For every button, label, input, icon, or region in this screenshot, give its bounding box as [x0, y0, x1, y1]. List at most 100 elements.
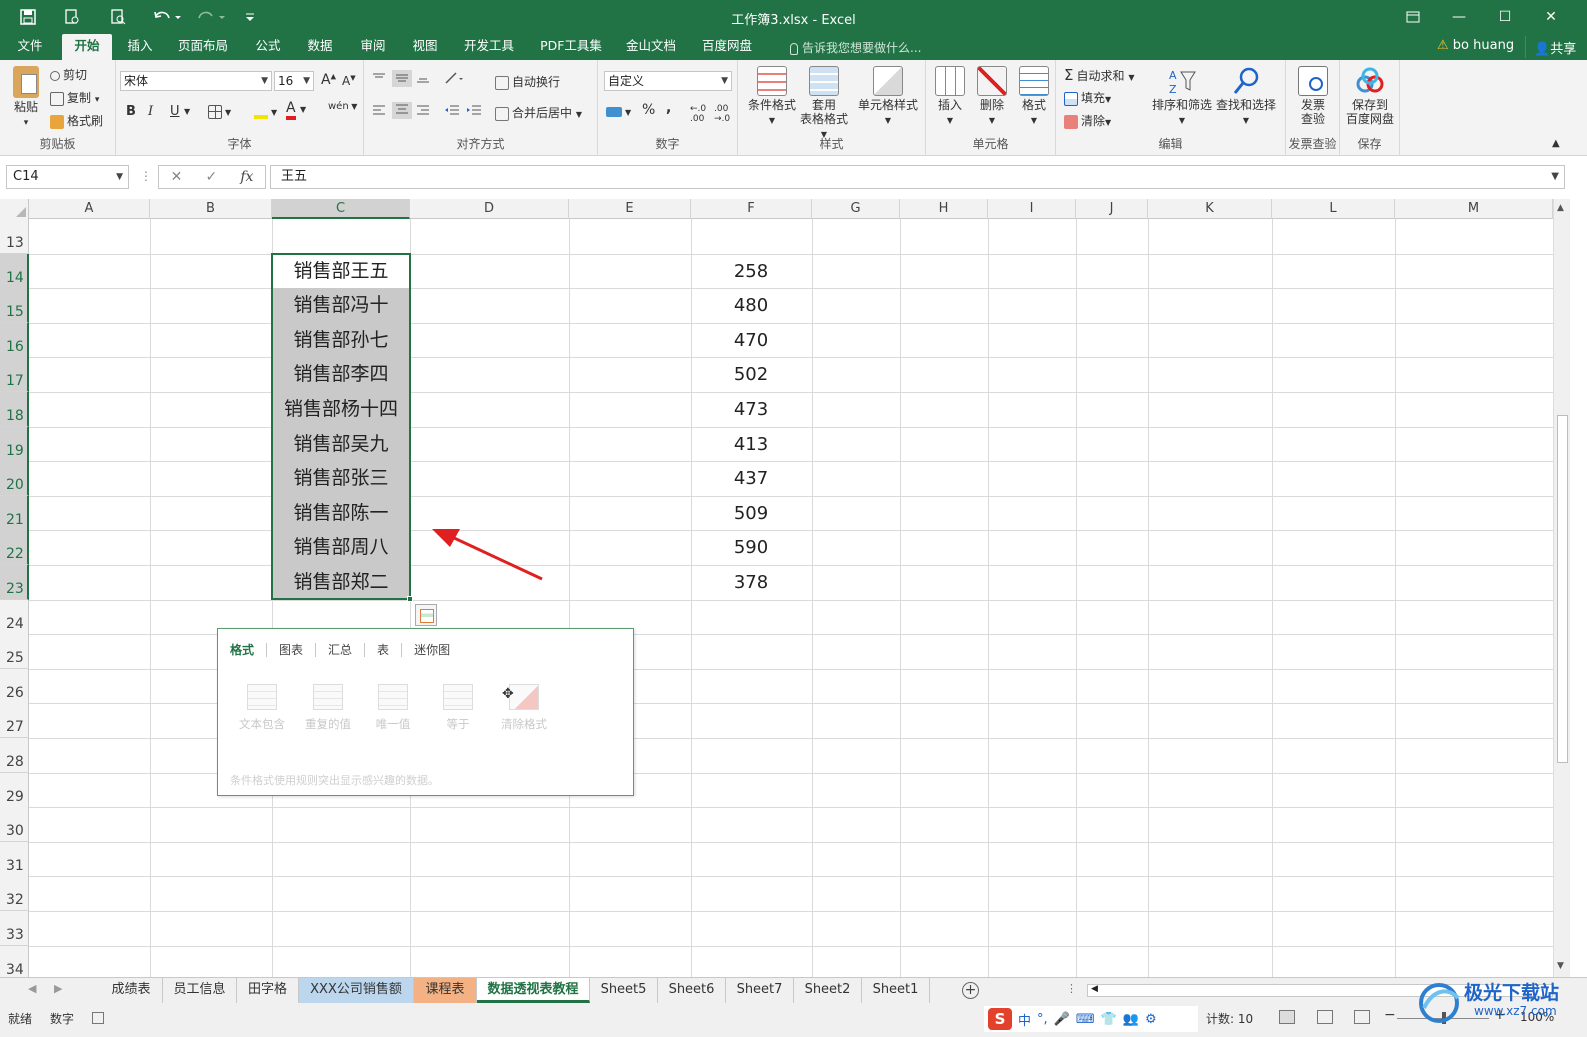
row-header-13[interactable]: 13: [0, 219, 29, 254]
users-icon[interactable]: 👥: [1123, 1012, 1139, 1027]
sort-filter-button[interactable]: AZ 排序和筛选 ▼: [1150, 66, 1214, 128]
page-break-view-icon[interactable]: [1354, 1010, 1370, 1024]
prev-sheet-icon[interactable]: ◀: [28, 982, 36, 995]
ime-chinese-mode[interactable]: 中: [1018, 1010, 1031, 1029]
enter-icon[interactable]: ✓: [205, 169, 217, 185]
redo-icon[interactable]: [194, 6, 228, 28]
shrink-font-button[interactable]: A▼: [342, 74, 356, 88]
column-header-l[interactable]: L: [1272, 199, 1395, 219]
clear-button[interactable]: 清除▼: [1064, 112, 1111, 129]
column-header-a[interactable]: A: [29, 199, 150, 219]
vertical-scrollbar[interactable]: ▲ ▼: [1553, 199, 1570, 977]
qa-option-duplicate-values[interactable]: 重复的值: [298, 684, 358, 732]
scroll-up-icon[interactable]: ▲: [1557, 203, 1564, 213]
qa-option-equal-to[interactable]: 等于: [428, 684, 488, 732]
underline-button[interactable]: U: [170, 104, 180, 119]
align-right-icon[interactable]: [416, 104, 430, 119]
fill-color-icon[interactable]: ▼: [254, 104, 277, 119]
worksheet-grid[interactable]: ABCDEFGHIJKLM 13 14 15 16 17 18 19 20 21 22 23 24 25…: [0, 199, 1553, 977]
keyboard-icon[interactable]: ⌨: [1076, 1012, 1095, 1027]
row-header-25[interactable]: 25: [0, 634, 29, 669]
sheet-tab[interactable]: 员工信息: [163, 978, 237, 1003]
undo-icon[interactable]: [150, 6, 184, 28]
conditional-formatting-button[interactable]: 条件格式 ▼: [742, 66, 802, 128]
sheet-tab[interactable]: 数据透视表教程: [477, 978, 590, 1003]
row-header-27[interactable]: 27: [0, 703, 29, 738]
invoice-check-button[interactable]: 发票 查验: [1290, 66, 1336, 126]
sheet-tab[interactable]: 课程表: [414, 978, 477, 1003]
qa-tab-formatting[interactable]: 格式: [230, 643, 268, 657]
cell-f17[interactable]: 502: [691, 357, 811, 392]
borders-icon[interactable]: ▼: [208, 104, 231, 119]
cancel-icon[interactable]: ✕: [171, 169, 183, 185]
percent-button[interactable]: %: [642, 102, 655, 118]
tab-baidu-netdisk[interactable]: 百度网盘: [696, 34, 758, 60]
align-center-icon[interactable]: [392, 102, 412, 119]
paste-button[interactable]: 粘贴 ▾: [6, 66, 46, 130]
tab-home[interactable]: 开始: [62, 34, 112, 60]
italic-button[interactable]: I: [148, 104, 153, 119]
tab-page-layout[interactable]: 页面布局: [172, 34, 234, 60]
row-header-32[interactable]: 32: [0, 876, 29, 911]
row-header-29[interactable]: 29: [0, 773, 29, 808]
cell-f14[interactable]: 258: [691, 254, 811, 289]
share-button[interactable]: 👤共享: [1525, 36, 1584, 58]
row-header-18[interactable]: 18: [0, 392, 29, 427]
wrap-text-button[interactable]: 自动换行: [495, 73, 560, 90]
font-size-select[interactable]: 16 ▼: [274, 71, 314, 91]
collapse-ribbon-icon[interactable]: ▲: [1552, 138, 1560, 149]
merge-center-button[interactable]: 合并后居中 ▼: [495, 104, 582, 121]
sheet-tab[interactable]: Sheet7: [726, 978, 794, 1003]
close-button[interactable]: ✕: [1528, 0, 1574, 34]
tab-split-icon[interactable]: ⋮: [1066, 982, 1077, 995]
tab-insert[interactable]: 插入: [118, 34, 162, 60]
tab-developer[interactable]: 开发工具: [458, 34, 520, 60]
increase-decimal-icon[interactable]: ←.0.00: [690, 104, 706, 124]
name-box[interactable]: C14 ▼: [6, 165, 129, 189]
column-header-k[interactable]: K: [1148, 199, 1272, 219]
row-header-15[interactable]: 15: [0, 288, 29, 323]
column-header-j[interactable]: J: [1076, 199, 1148, 219]
qa-tab-charts[interactable]: 图表: [267, 643, 317, 657]
sheet-tab[interactable]: Sheet2: [794, 978, 862, 1003]
qa-option-unique-values[interactable]: 唯一值: [363, 684, 423, 732]
sheet-tab[interactable]: Sheet6: [658, 978, 726, 1003]
autosum-button[interactable]: Σ 自动求和 ▼: [1064, 66, 1134, 84]
copy-button[interactable]: 复制 ▾: [50, 89, 99, 106]
row-header-22[interactable]: 22: [0, 530, 29, 565]
settings-gear-icon[interactable]: ⚙: [1145, 1012, 1157, 1027]
tell-me-search[interactable]: 告诉我您想要做什么...: [790, 39, 921, 56]
cell-f22[interactable]: 590: [691, 530, 811, 565]
scroll-left-icon[interactable]: ◀: [1091, 984, 1098, 994]
fill-button[interactable]: 填充▼: [1064, 89, 1111, 106]
row-header-16[interactable]: 16: [0, 323, 29, 358]
sheet-tab[interactable]: Sheet1: [862, 978, 930, 1003]
currency-icon[interactable]: ▼: [606, 104, 631, 118]
ime-punctuation-icon[interactable]: °,: [1037, 1012, 1048, 1027]
underline-dropdown-icon[interactable]: ▼: [184, 107, 190, 116]
row-header-24[interactable]: 24: [0, 600, 29, 635]
grow-font-button[interactable]: A▲: [321, 72, 336, 88]
column-header-i[interactable]: I: [988, 199, 1076, 219]
row-header-28[interactable]: 28: [0, 738, 29, 773]
align-left-icon[interactable]: [372, 104, 386, 119]
tab-data[interactable]: 数据: [298, 34, 342, 60]
quick-analysis-button[interactable]: [415, 604, 437, 626]
increase-indent-icon[interactable]: [466, 104, 482, 119]
number-format-select[interactable]: 自定义 ▼: [604, 71, 732, 91]
tab-file[interactable]: 文件: [8, 34, 52, 60]
scroll-down-icon[interactable]: ▼: [1557, 961, 1564, 971]
row-header-21[interactable]: 21: [0, 496, 29, 531]
row-header-34[interactable]: 34: [0, 946, 29, 977]
normal-view-icon[interactable]: [1279, 1010, 1295, 1024]
cell-f19[interactable]: 413: [691, 427, 811, 462]
cell-styles-button[interactable]: 单元格样式 ▼: [856, 66, 920, 128]
row-header-20[interactable]: 20: [0, 461, 29, 496]
bold-button[interactable]: B: [126, 104, 136, 119]
cut-button[interactable]: 剪切: [50, 66, 87, 83]
cell-f20[interactable]: 437: [691, 461, 811, 496]
microphone-icon[interactable]: 🎤: [1054, 1012, 1070, 1027]
row-header-17[interactable]: 17: [0, 357, 29, 392]
column-header-m[interactable]: M: [1395, 199, 1553, 219]
align-top-icon[interactable]: [372, 72, 386, 87]
